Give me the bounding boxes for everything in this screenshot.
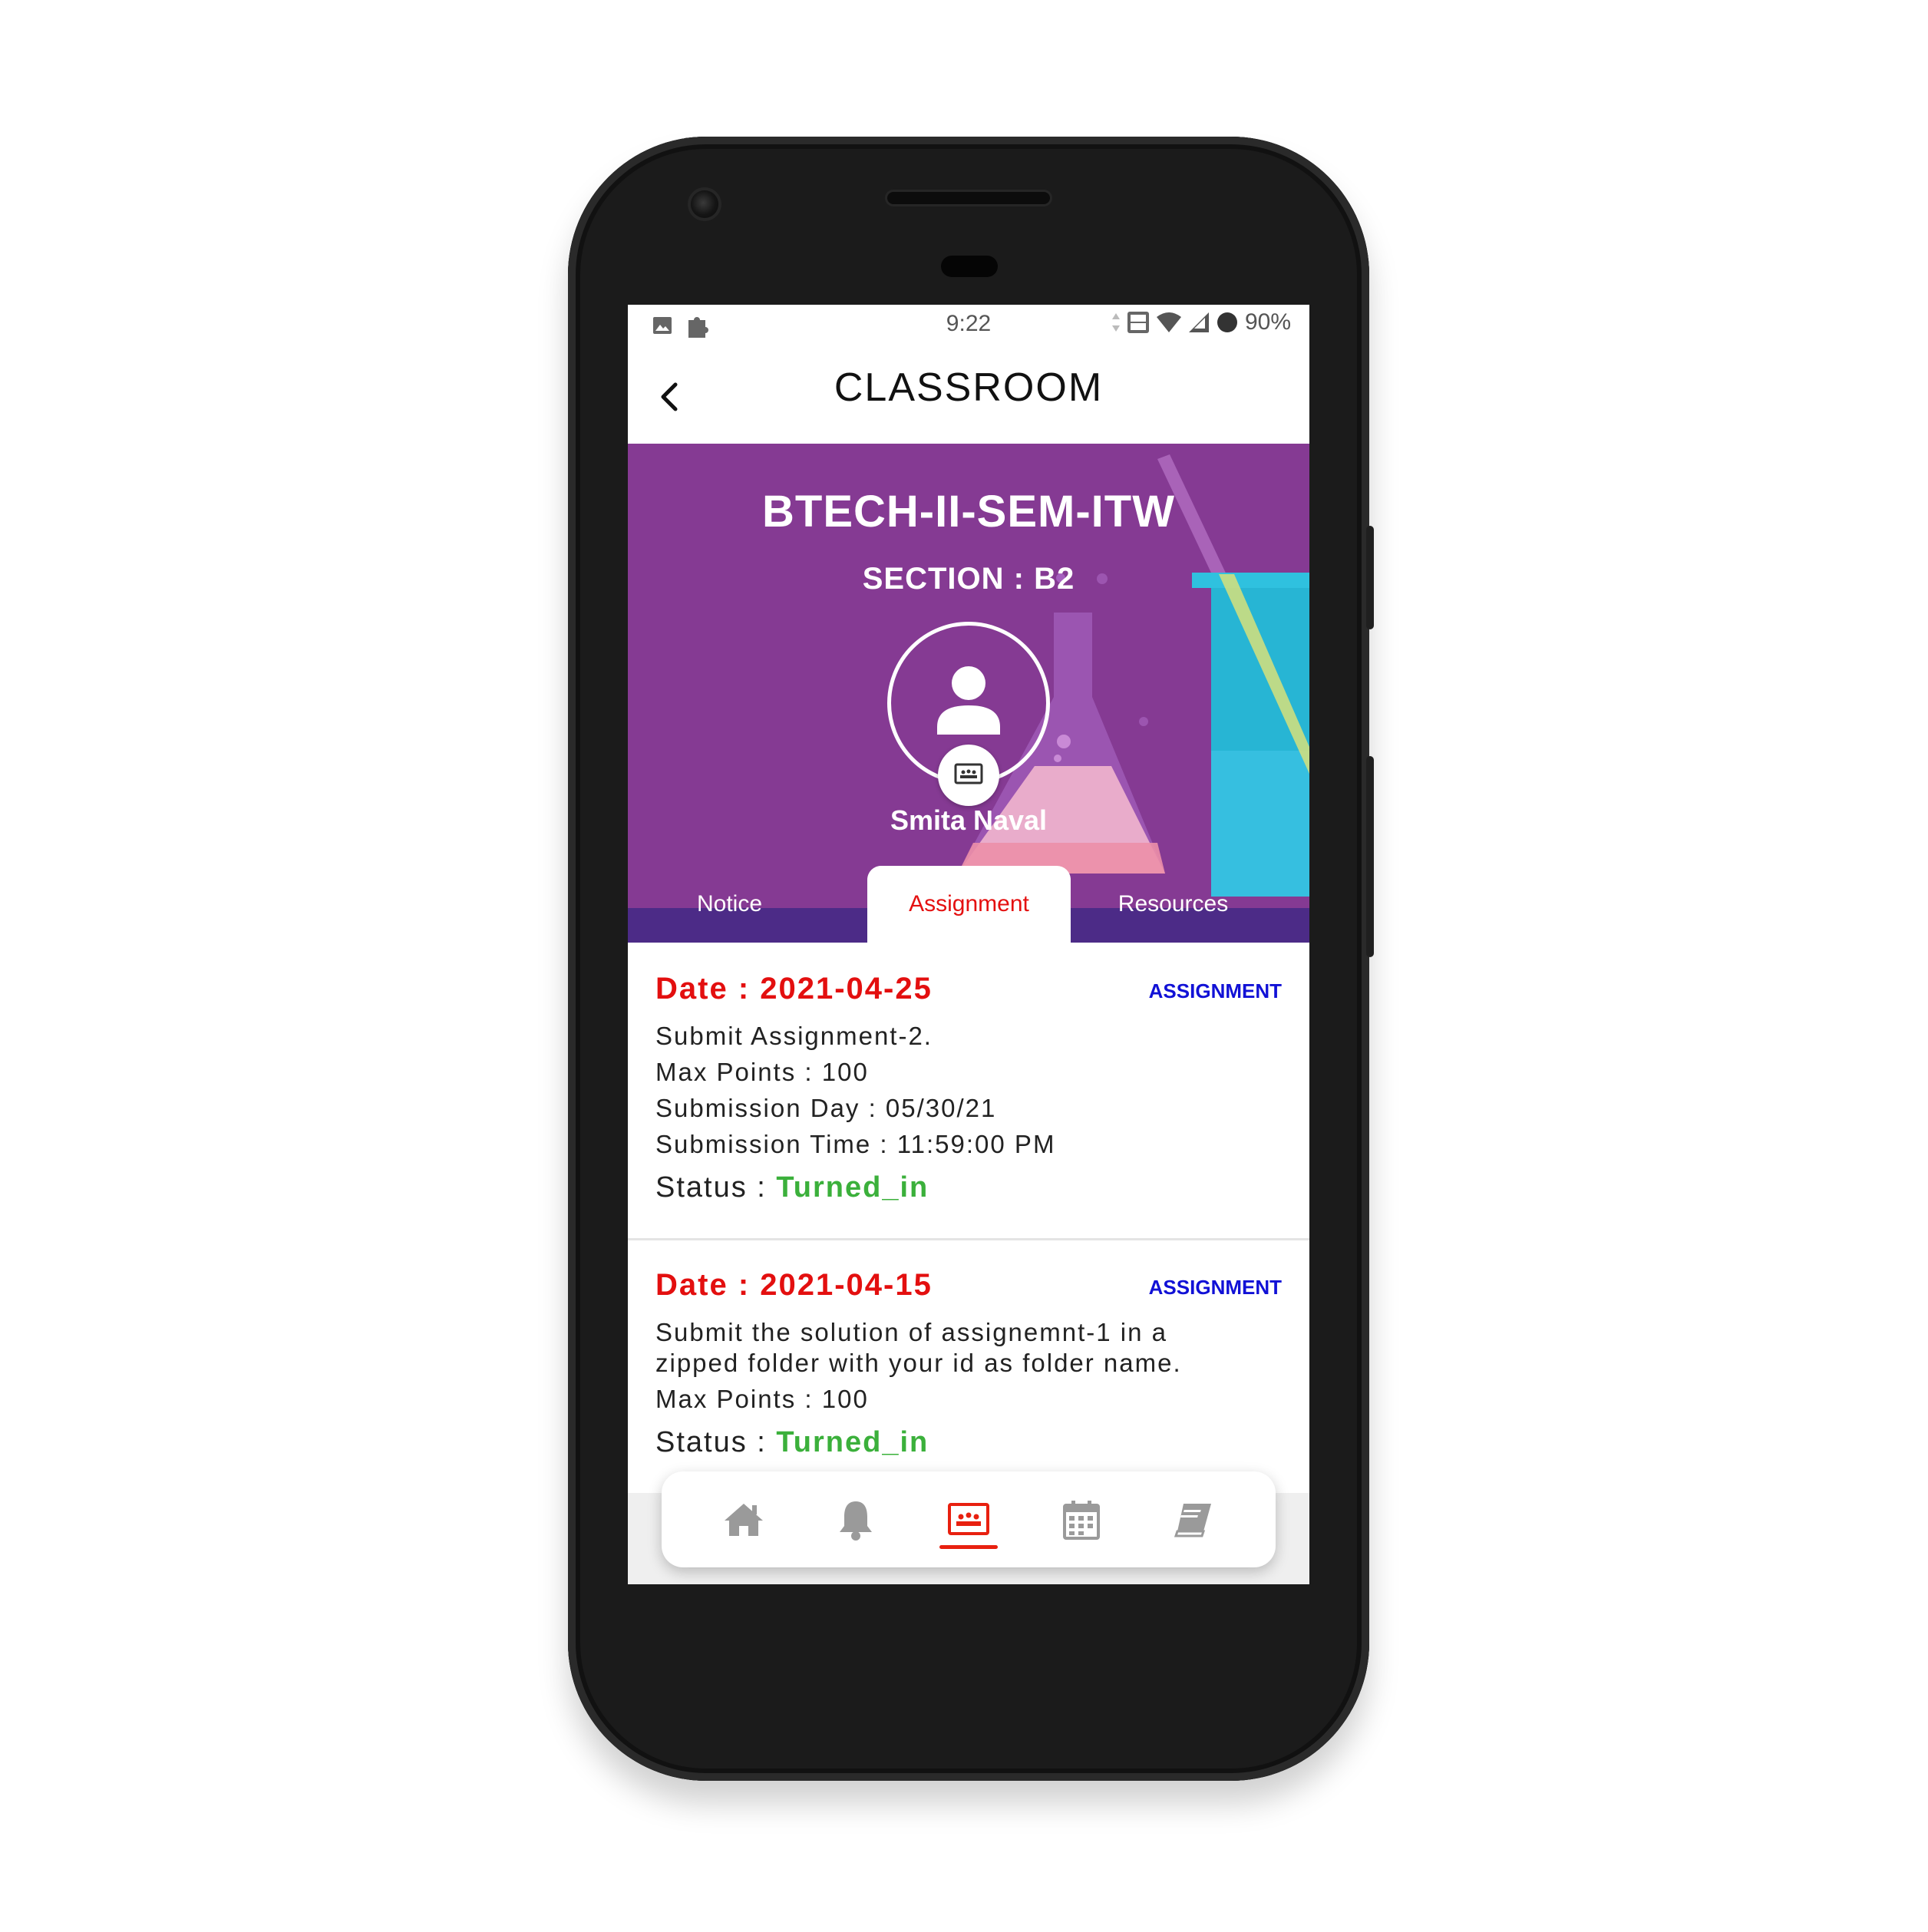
battery-icon	[1217, 312, 1237, 332]
assignment-line: zipped folder with your id as folder nam…	[655, 1349, 1182, 1377]
battery-percent: 90%	[1244, 309, 1291, 335]
app-screen: 9:22 90% CLASSROOM BTECH-II-SEM-ITW SECT…	[628, 305, 1309, 1584]
class-name: BTECH-II-SEM-ITW	[762, 487, 1175, 537]
assignment-type-label: ASSIGNMENT	[1148, 1276, 1282, 1299]
classroom-icon	[948, 1503, 989, 1535]
front-camera	[691, 190, 718, 218]
class-section: SECTION : B2	[862, 562, 1075, 596]
status-value: Turned_in	[776, 1426, 929, 1458]
status-label: Status :	[655, 1171, 777, 1204]
assignment-status: Status : Turned_in	[655, 1426, 929, 1459]
assignment-date: Date : 2021-04-15	[655, 1268, 933, 1302]
nav-classroom[interactable]	[942, 1493, 995, 1547]
assignment-type-label: ASSIGNMENT	[1148, 979, 1282, 1002]
page-title: CLASSROOM	[834, 365, 1104, 410]
nav-home[interactable]	[717, 1493, 771, 1547]
volte-icon	[1127, 312, 1149, 333]
assignment-line: Max Points : 100	[655, 1058, 869, 1086]
signal-icon	[1188, 312, 1209, 332]
wifi-icon	[1156, 312, 1181, 332]
data-arrows-icon	[1111, 313, 1120, 332]
home-icon	[725, 1504, 763, 1536]
tab-notice[interactable]: Notice	[628, 866, 831, 943]
status-label: Status :	[655, 1426, 777, 1458]
book-icon	[1174, 1504, 1211, 1537]
assignment-line: Submission Time : 11:59:00 PM	[655, 1130, 1056, 1158]
assignment-line: Submission Day : 05/30/21	[655, 1094, 997, 1122]
status-right-icons: 90%	[1111, 309, 1291, 335]
classroom-badge-icon[interactable]	[938, 745, 999, 806]
nav-calendar[interactable]	[1055, 1493, 1108, 1547]
app-bar: CLASSROOM	[628, 340, 1309, 444]
tab-assignment[interactable]: Assignment	[867, 866, 1071, 943]
bell-icon	[840, 1501, 872, 1541]
power-button	[1366, 526, 1374, 629]
tab-resources[interactable]: Resources	[1071, 866, 1275, 943]
assignment-line: Submit Assignment-2.	[655, 1022, 933, 1050]
bottom-navigation	[662, 1471, 1276, 1567]
nav-notifications[interactable]	[829, 1493, 883, 1547]
status-value: Turned_in	[776, 1171, 929, 1204]
earpiece-speaker	[887, 192, 1050, 204]
volume-button	[1366, 756, 1374, 957]
status-bar: 9:22 90%	[628, 305, 1309, 340]
calendar-icon	[1063, 1501, 1100, 1540]
assignment-card[interactable]: Date : 2021-04-25 ASSIGNMENT Submit Assi…	[628, 943, 1309, 1238]
assignment-status: Status : Turned_in	[655, 1171, 929, 1204]
nav-resources[interactable]	[1167, 1493, 1220, 1547]
assignment-line: Submit the solution of assignemnt-1 in a	[655, 1318, 1167, 1346]
class-banner: BTECH-II-SEM-ITW SECTION : B2 Smita Nava…	[628, 444, 1309, 943]
assignment-date: Date : 2021-04-25	[655, 972, 933, 1006]
assignment-card[interactable]: Date : 2021-04-15 ASSIGNMENT Submit the …	[628, 1240, 1309, 1494]
teacher-name: Smita Naval	[890, 804, 1048, 836]
assignment-line: Max Points : 100	[655, 1385, 869, 1413]
active-nav-indicator	[939, 1545, 998, 1549]
proximity-sensor	[941, 256, 998, 277]
